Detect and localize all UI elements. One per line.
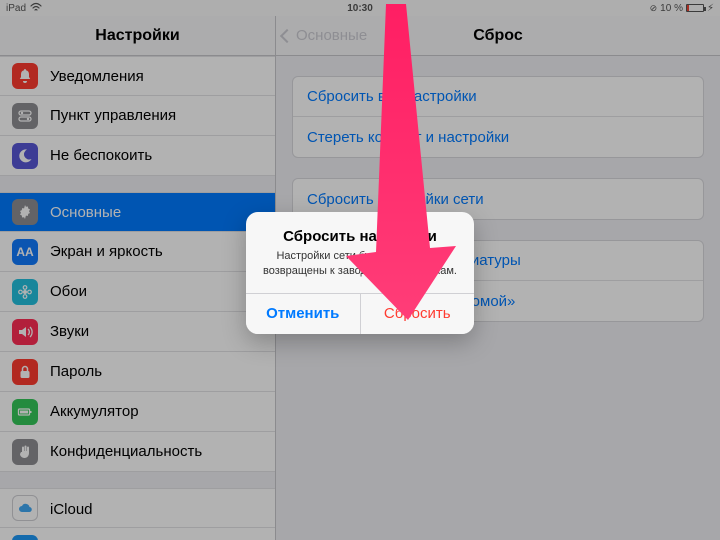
- dialog-cancel-button[interactable]: Отменить: [246, 294, 361, 334]
- back-button[interactable]: Основные: [276, 27, 367, 44]
- dialog-confirm-button[interactable]: Сбросить: [361, 294, 475, 334]
- dialog-body: Сбросить настройки Настройки сети будут …: [246, 212, 474, 293]
- dialog-title: Сбросить настройки: [260, 228, 460, 245]
- back-label: Основные: [296, 27, 367, 44]
- dialog-message: Настройки сети будут удалены и возвращен…: [260, 249, 460, 279]
- chevron-left-icon: [280, 28, 294, 42]
- reset-confirm-dialog: Сбросить настройки Настройки сети будут …: [246, 212, 474, 334]
- dialog-actions: Отменить Сбросить: [246, 293, 474, 334]
- app-root: iPad 10:30 ⊘ 10 % ⚡︎ Настройки Уведомлен…: [0, 0, 720, 540]
